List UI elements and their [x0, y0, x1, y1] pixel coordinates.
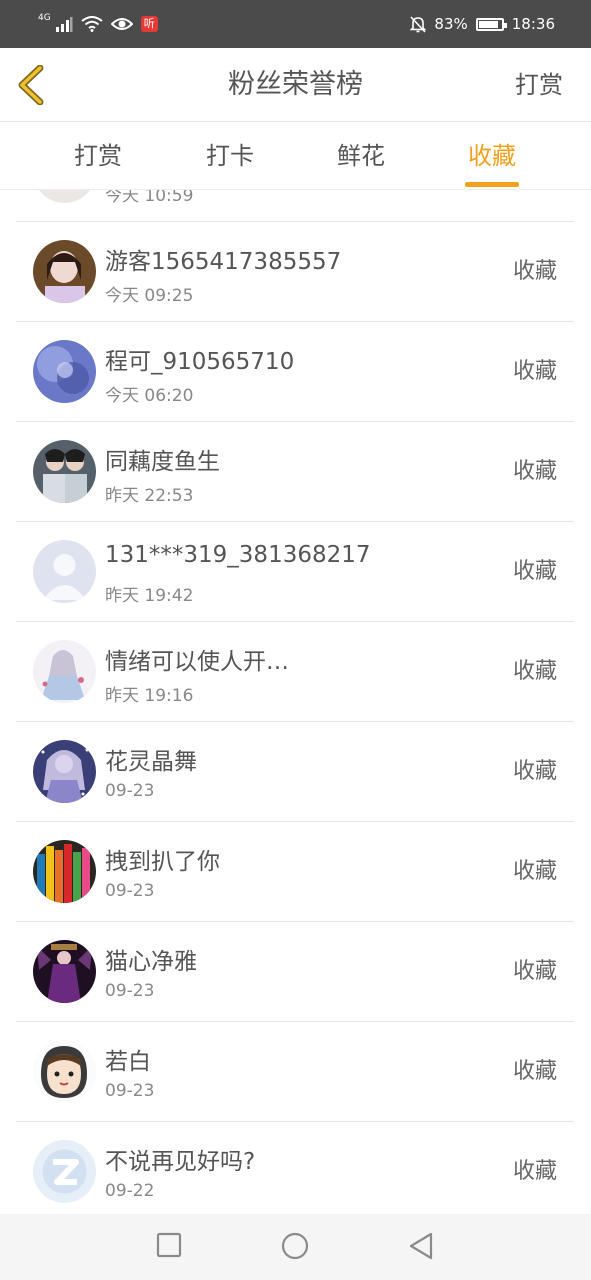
list-item[interactable]: 今天 10:59	[16, 190, 574, 222]
action-label: 收藏	[512, 659, 557, 684]
time: 昨天 19:16	[105, 686, 194, 706]
status-left: 4G 听	[38, 12, 158, 32]
reward-button[interactable]: 打赏	[515, 48, 563, 122]
avatar	[33, 240, 96, 303]
avatar	[33, 190, 96, 203]
user-name: 游客1565417385557	[105, 249, 342, 275]
user-name: 猫心净雅	[105, 949, 197, 975]
avatar	[33, 840, 96, 903]
user-name: 同藕度鱼生	[105, 449, 220, 475]
title-bar: 粉丝荣誉榜 打赏	[0, 48, 591, 122]
time: 09-23	[105, 981, 155, 1001]
action-label: 收藏	[512, 259, 557, 284]
tab-flowers[interactable]: 鲜花	[301, 122, 421, 190]
user-name: 131***319_381368217	[105, 542, 371, 568]
network-type: 4G	[38, 12, 51, 23]
clock: 18:36	[511, 15, 555, 33]
signal-icon	[55, 17, 73, 32]
time: 今天 06:20	[105, 386, 194, 406]
recents-button[interactable]	[156, 1232, 182, 1262]
list-item[interactable]: 游客1565417385557 今天 09:25 收藏	[16, 222, 574, 322]
mute-bell-icon	[410, 15, 427, 33]
list-item[interactable]: 不说再见好吗? 09-22 收藏	[16, 1122, 574, 1214]
list-item[interactable]: 同藕度鱼生 昨天 22:53 收藏	[16, 422, 574, 522]
action-label: 收藏	[512, 359, 557, 384]
avatar	[33, 640, 96, 703]
app-notification-badge: 听	[140, 16, 158, 32]
action-label: 收藏	[512, 1159, 557, 1184]
time: 昨天 22:53	[105, 486, 194, 506]
action-label: 收藏	[512, 559, 557, 584]
list-item[interactable]: 花灵晶舞 09-23 收藏	[16, 722, 574, 822]
battery-percent: 83%	[434, 15, 468, 33]
list-item[interactable]: 拽到扒了你 09-23 收藏	[16, 822, 574, 922]
user-name: 若白	[105, 1049, 151, 1075]
user-name: 程可_910565710	[105, 349, 295, 375]
tab-favorites-label: 收藏	[468, 142, 516, 170]
time: 09-23	[105, 781, 155, 801]
eye-icon	[110, 18, 133, 30]
system-nav-bar	[0, 1214, 591, 1280]
time: 09-23	[105, 881, 155, 901]
user-name: 花灵晶舞	[105, 749, 197, 775]
time: 09-22	[105, 1181, 155, 1201]
list-item[interactable]: 131***319_381368217 昨天 19:42 收藏	[16, 522, 574, 622]
user-name: 情绪可以使人开…	[105, 649, 289, 675]
wifi-icon	[81, 16, 103, 32]
time: 09-23	[105, 1081, 155, 1101]
avatar	[33, 440, 96, 503]
square-icon	[156, 1232, 182, 1258]
action-label: 收藏	[512, 759, 557, 784]
action-label: 收藏	[512, 859, 557, 884]
user-name: 不说再见好吗?	[105, 1149, 256, 1175]
page-title: 粉丝荣誉榜	[228, 69, 363, 100]
circle-icon	[281, 1232, 309, 1260]
avatar	[33, 1040, 96, 1103]
time: 今天 10:59	[105, 190, 194, 206]
user-name: 拽到扒了你	[105, 849, 220, 875]
action-label: 收藏	[512, 1059, 557, 1084]
status-right: 83% 18:36	[410, 15, 555, 33]
fan-list[interactable]: 今天 10:59 游客1565417385557 今天 09:25 收藏 程可_…	[16, 190, 574, 1214]
avatar	[33, 740, 96, 803]
triangle-back-icon	[409, 1232, 433, 1260]
action-label: 收藏	[512, 959, 557, 984]
list-item[interactable]: 情绪可以使人开… 昨天 19:16 收藏	[16, 622, 574, 722]
back-nav-button[interactable]	[408, 1232, 434, 1264]
list-item[interactable]: 若白 09-23 收藏	[16, 1022, 574, 1122]
avatar	[33, 340, 96, 403]
list-item[interactable]: 猫心净雅 09-23 收藏	[16, 922, 574, 1022]
avatar	[33, 940, 96, 1003]
tab-checkin[interactable]: 打卡	[170, 122, 290, 190]
avatar	[33, 1140, 96, 1203]
time: 昨天 19:42	[105, 586, 194, 606]
list-item[interactable]: 程可_910565710 今天 06:20 收藏	[16, 322, 574, 422]
battery-icon	[475, 17, 507, 31]
avatar	[33, 540, 96, 603]
tab-favorites[interactable]: 收藏	[432, 122, 552, 190]
tab-reward[interactable]: 打赏	[38, 122, 158, 190]
time: 今天 09:25	[105, 286, 194, 306]
active-tab-indicator	[465, 182, 519, 187]
status-bar: 4G 听 83% 18:36	[0, 0, 591, 48]
home-button[interactable]	[281, 1232, 309, 1264]
action-label: 收藏	[512, 459, 557, 484]
tab-bar: 打赏 打卡 鲜花 收藏	[0, 122, 591, 190]
